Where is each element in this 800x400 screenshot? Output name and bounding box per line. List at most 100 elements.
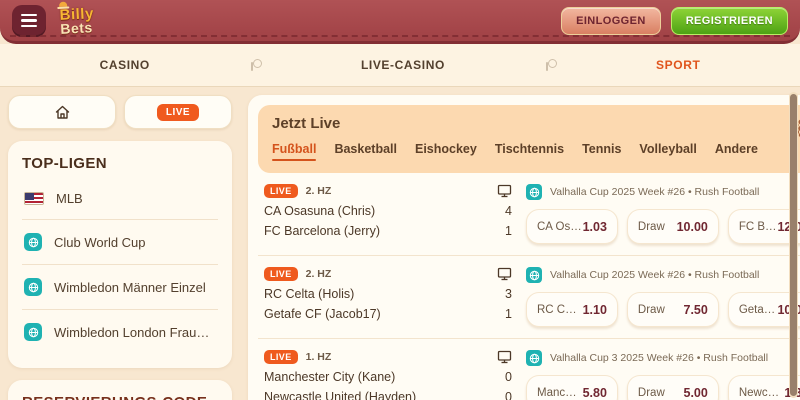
sidebar-item-league[interactable]: Wimbledon Männer Einzel: [22, 265, 218, 310]
match-meta: LIVE2. HZ: [264, 184, 512, 198]
team-score: 0: [505, 390, 512, 400]
team-row: RC Celta (Holis) 3: [264, 287, 512, 301]
logo-line2: Bets: [60, 20, 95, 36]
match-row[interactable]: LIVE1. HZManchester City (Kane)0Newcastl…: [258, 339, 800, 400]
tab-tischtennis[interactable]: Tischtennis: [495, 142, 564, 161]
live-badge: LIVE: [264, 267, 298, 281]
globe-icon: [526, 184, 542, 200]
odd-value: 5.80: [583, 386, 607, 400]
sidebar-item-league[interactable]: MLB: [22, 178, 218, 220]
league-name: Valhalla Cup 3 2025 Week #26 • Rush Foot…: [550, 352, 768, 364]
team-name: Getafe CF (Jacob17): [264, 307, 381, 321]
tab-basketball[interactable]: Basketball: [334, 142, 397, 161]
stream-icon[interactable]: [497, 267, 512, 281]
globe-icon: [526, 267, 542, 283]
globe-icon: [24, 278, 42, 296]
billybets-logo[interactable]: Billy Bets: [59, 6, 95, 36]
scrollbar-thumb[interactable]: [790, 94, 797, 396]
globe-icon: [24, 323, 42, 341]
odd-button[interactable]: Draw5.00: [627, 375, 719, 400]
tab-eishockey[interactable]: Eishockey: [415, 142, 477, 161]
live-badge: LIVE: [157, 104, 199, 121]
league-label: MLB: [56, 191, 83, 206]
nav-divider-icon: [249, 58, 261, 72]
hamburger-menu-button[interactable]: [12, 5, 46, 37]
team-score: 3: [505, 287, 512, 301]
nav-item-casino[interactable]: CASINO: [100, 58, 150, 72]
match-info: LIVE2. HZ CA Osasuna (Chris) 4 FC Barcelona…: [264, 184, 512, 244]
odd-value: 1.10: [583, 303, 607, 317]
home-icon: [54, 104, 71, 121]
live-events-title: Jetzt Live: [272, 115, 800, 132]
register-button[interactable]: REGISTRIEREN: [671, 7, 788, 35]
odds-buttons: CA Osasuna1.03Draw10.00FC Barcelona12.00: [526, 209, 800, 244]
top-leagues-card: TOP-LIGEN MLBClub World CupWimbledon Män…: [8, 141, 232, 368]
team-score: 4: [505, 204, 512, 218]
odd-label: Getafe CF: [739, 304, 778, 316]
hat-icon: [57, 1, 69, 9]
odd-label: Newcastle United: [739, 387, 785, 399]
match-meta: LIVE 1. HZ: [264, 350, 512, 364]
match-period: 2. HZ: [306, 268, 332, 280]
league-info: Valhalla Cup 2025 Week #26 • Rush Footba…: [526, 184, 800, 200]
top-leagues-list: MLB Club World CupWimbledon Männer Einzel…: [22, 178, 218, 354]
nav-divider-icon: [544, 58, 556, 72]
match-list: LIVE 2. HZ CA Osasuna (Chris) 4 FC Barcelona…: [258, 173, 800, 400]
reservation-card: RESERVIERUNGS-CODE: [8, 380, 232, 400]
odd-value: 5.00: [684, 386, 708, 400]
match-odds-section: Valhalla Cup 2025 Week #26 • Rush Footba…: [526, 184, 800, 244]
match-row[interactable]: LIVE 2. HZ RC Celta (Holis) 3 Getafe CF (Jac…: [258, 256, 800, 339]
team-name: FC Barcelona (Jerry): [264, 224, 380, 238]
team-score: 0: [505, 370, 512, 384]
home-button[interactable]: [8, 95, 116, 129]
odd-button[interactable]: CA Osasuna1.03: [526, 209, 618, 244]
team-name: RC Celta (Holis): [264, 287, 354, 301]
login-button[interactable]: EINLOGGEN: [561, 7, 661, 35]
team-row: Getafe CF (Jacob17)1: [264, 307, 512, 321]
auth-buttons: EINLOGGEN REGISTRIEREN: [561, 7, 788, 35]
nav-item-live-casino[interactable]: LIVE-CASINO: [361, 58, 445, 72]
sidebar-item-league[interactable]: Club World Cup: [22, 220, 218, 265]
stream-icon[interactable]: [497, 184, 512, 198]
live-button[interactable]: LIVE: [124, 95, 232, 129]
tab-tennis[interactable]: Tennis: [582, 142, 621, 161]
team-row: Newcastle United (Hayden) 0: [264, 390, 512, 400]
match-odds-section: Valhalla Cup 2025 Week #26 • Rush Footba…: [526, 267, 800, 327]
match-odds-section: Valhalla Cup 3 2025 Week #26 • Rush Foot…: [526, 350, 800, 400]
page-scrollbar[interactable]: [789, 92, 798, 398]
odd-button[interactable]: RC Celta1.10: [526, 292, 618, 327]
match-meta: LIVE 2. HZ: [264, 267, 512, 281]
live-events-header: Jetzt Live Fußball Basketball Eishockey Tis…: [258, 105, 800, 173]
league-info: Valhalla Cup 3 2025 Week #26 • Rush Foot…: [526, 350, 800, 366]
odd-label: RC Celta: [537, 304, 583, 316]
odd-value: 7.50: [684, 303, 708, 317]
odd-button[interactable]: Manchester City5.80: [526, 375, 618, 400]
match-info: LIVE 2. HZ RC Celta (Holis) 3 Getafe CF (Jac…: [264, 267, 512, 327]
tab-fußball[interactable]: Fußball: [272, 142, 316, 161]
match-period: 1. HZ: [306, 351, 332, 363]
match-row[interactable]: LIVE2. HZ CA Osasuna (Chris) 4 FC Barcelona…: [258, 173, 800, 256]
odd-label: Draw: [638, 221, 665, 233]
team-name: Manchester City (Kane): [264, 370, 395, 384]
top-header: Billy Bets EINLOGGEN REGISTRIEREN: [0, 0, 800, 44]
league-name: Valhalla Cup 2025 Week #26 • Rush Footba…: [550, 186, 759, 198]
match-info: LIVE1. HZManchester City (Kane)0Newcastl…: [264, 350, 512, 400]
odds-buttons: RC Celta1.10Draw7.50Getafe CF10.00: [526, 292, 800, 327]
tab-andere[interactable]: Andere: [715, 142, 758, 161]
tab-volleyball[interactable]: Volleyball: [639, 142, 696, 161]
nav-item-sport[interactable]: SPORT: [656, 58, 700, 72]
odd-label: CA Osasuna: [537, 221, 583, 233]
stream-icon[interactable]: [497, 350, 512, 364]
team-score: 1: [505, 224, 512, 238]
live-badge: LIVE: [264, 350, 298, 364]
sidebar-item-league[interactable]: Wimbledon London Frauen, Grossbritannien: [22, 310, 218, 354]
team-name: CA Osasuna (Chris): [264, 204, 375, 218]
odd-button[interactable]: Draw10.00: [627, 209, 719, 244]
league-label: Wimbledon London Frauen, Grossbritannien: [54, 325, 216, 340]
live-events-panel: Jetzt Live Fußball Basketball Eishockey Tis…: [248, 95, 800, 400]
odd-button[interactable]: Draw7.50: [627, 292, 719, 327]
odds-buttons: Manchester City5.80 Draw5.00 Newcastle Uni…: [526, 375, 800, 400]
content-layout: LIVE TOP-LIGEN MLBClub World CupWimbledo…: [0, 87, 800, 400]
team-name: Newcastle United (Hayden): [264, 390, 416, 400]
sidebar: LIVE TOP-LIGEN MLBClub World CupWimbledo…: [8, 95, 232, 400]
